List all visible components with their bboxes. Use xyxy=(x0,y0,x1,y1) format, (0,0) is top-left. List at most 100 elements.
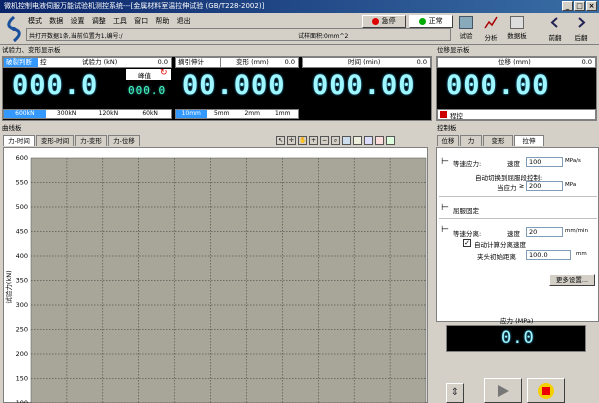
tab-position[interactable]: 位移 xyxy=(437,135,459,146)
export-icon[interactable] xyxy=(386,136,395,145)
crosshead-updown-button[interactable]: ⇕ xyxy=(446,383,464,403)
tab-force-deform[interactable]: 力-变形 xyxy=(75,135,107,146)
start-button[interactable] xyxy=(484,378,522,403)
pan-icon[interactable]: ✋ xyxy=(298,136,307,145)
expand-yield-icon[interactable]: ⊢ xyxy=(441,203,449,213)
toolbar-prev-label: 前翻 xyxy=(548,34,562,42)
deform-range-2[interactable]: 2mm xyxy=(237,110,268,118)
next-icon xyxy=(578,17,586,28)
separation-speed-unit: mm/min xyxy=(565,228,588,234)
expand-stress-icon[interactable]: ⊢ xyxy=(441,157,449,167)
window-title: 微机控制电液伺服万能试验机测控系统---[金属材料室温拉伸试验 (GB/T228… xyxy=(4,2,265,10)
legend-icon[interactable] xyxy=(353,136,362,145)
force-time-chart[interactable]: 600 550 500 450 400 350 300 250 200 150 100 试验力(kN) xyxy=(3,147,428,403)
menu-item-exit[interactable]: 退出 xyxy=(177,17,191,25)
analysis-icon xyxy=(484,16,498,29)
auto-calc-checkbox[interactable]: ✓ xyxy=(463,239,471,247)
menu-item-data[interactable]: 数据 xyxy=(49,17,63,25)
y-tick-label: 450 xyxy=(16,228,28,236)
menu-item-tools[interactable]: 工具 xyxy=(113,17,127,25)
chart-panel-title: 曲线板 xyxy=(2,124,22,132)
program-control-label[interactable]: 程控 xyxy=(450,110,463,120)
tab-force-time[interactable]: 力-时间 xyxy=(3,135,35,146)
divider xyxy=(439,196,597,197)
close-button[interactable]: × xyxy=(586,1,597,11)
crosshair-icon[interactable]: ✛ xyxy=(287,136,296,145)
emergency-stop-button[interactable]: 急停 xyxy=(362,15,406,28)
position-label: 位移 (mm) xyxy=(498,58,531,66)
when-stress-unit: MPa xyxy=(565,182,577,188)
when-stress-label: 当应力 xyxy=(497,184,517,192)
y-tick-label: 500 xyxy=(16,203,28,211)
y-axis-label: 试验力(kN) xyxy=(4,270,13,303)
force-range-120[interactable]: 120kN xyxy=(88,110,130,118)
more-settings-button[interactable]: 更多设置... xyxy=(549,274,595,286)
search-icon[interactable]: ⌕ xyxy=(331,136,340,145)
chart-settings-icon[interactable] xyxy=(342,136,351,145)
when-stress-input[interactable]: 200 xyxy=(526,181,563,191)
deform-range-1[interactable]: 1mm xyxy=(268,110,299,118)
clamp-distance-input[interactable]: 100.0 xyxy=(526,250,571,260)
deform-reset-value[interactable]: 0.0 xyxy=(285,58,295,67)
expand-separation-icon[interactable]: ⊢ xyxy=(441,225,449,235)
toolbar-test-label: 试验 xyxy=(459,32,473,40)
toolbar-test-button[interactable]: 试验 xyxy=(456,16,476,43)
menu-item-mode[interactable]: 模式 xyxy=(28,17,42,25)
force-reset-value[interactable]: 0.0 xyxy=(158,58,168,67)
force-range-600[interactable]: 600kN xyxy=(4,110,46,118)
force-range-60[interactable]: 60kN xyxy=(129,110,171,118)
force-header: 破裂判断 控 试验力 (kN) 0.0 xyxy=(3,57,172,68)
toolbar-analysis-button[interactable]: 分析 xyxy=(481,16,501,43)
tab-deform[interactable]: 变形 xyxy=(483,135,513,146)
normal-status-button[interactable]: 正常 xyxy=(409,15,453,28)
time-label: 时间 (min) xyxy=(348,58,381,66)
stop-button[interactable] xyxy=(527,378,565,403)
zoom-in-icon[interactable]: + xyxy=(309,136,318,145)
menu-item-adjust[interactable]: 调整 xyxy=(92,17,106,25)
time-value-display: 000.00 xyxy=(312,70,416,101)
deform-range-10[interactable]: 10mm xyxy=(176,110,207,118)
emergency-icon xyxy=(372,17,380,25)
tab-tension[interactable]: 拉伸 xyxy=(514,135,544,146)
minimize-button[interactable]: _ xyxy=(562,1,573,11)
stress-speed-input[interactable]: 100 xyxy=(526,157,563,167)
force-range-selector: 600kN 300kN 120kN 60kN xyxy=(3,109,172,119)
deform-range-5[interactable]: 5mm xyxy=(207,110,238,118)
separation-speed-input[interactable]: 20 xyxy=(526,227,563,237)
print-icon[interactable] xyxy=(375,136,384,145)
deform-value-display: 00.000 xyxy=(182,70,286,101)
grid-icon[interactable] xyxy=(364,136,373,145)
zoom-out-icon[interactable]: − xyxy=(320,136,329,145)
stress-speed-unit: MPa/s xyxy=(565,158,581,164)
extensometer-button[interactable]: 摘引伸计 xyxy=(178,58,204,67)
deform-label: 变形 (mm) xyxy=(236,58,269,66)
maximize-button[interactable]: □ xyxy=(574,1,585,11)
peak-reset-icon[interactable]: ↻ xyxy=(160,68,168,78)
menu-item-window[interactable]: 窗口 xyxy=(134,17,148,25)
menu-item-settings[interactable]: 设置 xyxy=(70,17,84,25)
broken-judge-button[interactable]: 破裂判断 xyxy=(4,58,38,67)
peak-value-display: 000.0 xyxy=(128,84,167,97)
pointer-icon[interactable]: ↖ xyxy=(276,136,285,145)
control-panel-title: 控制板 xyxy=(437,124,457,132)
y-tick-label: 600 xyxy=(16,154,28,162)
toolbar-data-board-button[interactable]: 数据板 xyxy=(504,16,530,43)
toolbar-prev-button[interactable]: 前翻 xyxy=(545,16,565,43)
menu-item-help[interactable]: 帮助 xyxy=(155,17,169,25)
toolbar-next-button[interactable]: 后翻 xyxy=(571,16,591,43)
program-control-bar: 程控 xyxy=(437,109,596,120)
control-toggle[interactable]: 控 xyxy=(40,58,47,67)
force-range-300[interactable]: 300kN xyxy=(46,110,88,118)
y-tick-label: 550 xyxy=(16,179,28,187)
data-board-icon xyxy=(510,16,524,29)
tab-force-position[interactable]: 力-位移 xyxy=(108,135,140,146)
y-tick-label: 300 xyxy=(16,301,28,309)
tab-deform-time[interactable]: 变形-时间 xyxy=(36,135,74,146)
prev-icon xyxy=(550,17,558,28)
tab-force[interactable]: 力 xyxy=(460,135,482,146)
normal-icon xyxy=(419,17,427,25)
separation-label: 等速分离: xyxy=(453,230,482,238)
time-reset-value[interactable]: 0.0 xyxy=(417,58,427,67)
divider xyxy=(439,218,597,219)
position-reset-value[interactable]: 0.0 xyxy=(582,58,592,67)
